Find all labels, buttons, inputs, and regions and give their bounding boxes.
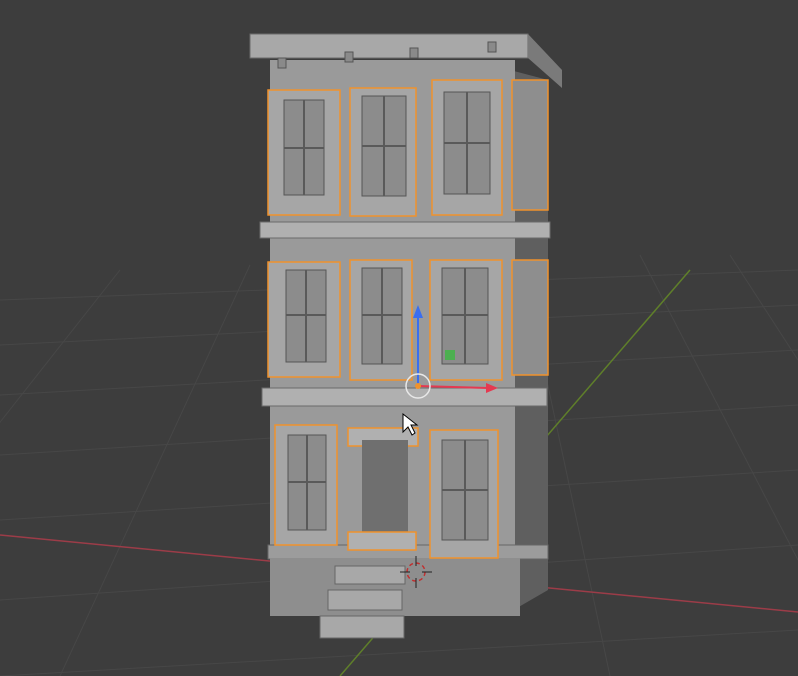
floor-ledge-1 <box>261 387 548 407</box>
third-floor-windows[interactable] <box>267 79 503 217</box>
townhouse-model[interactable] <box>249 33 562 639</box>
viewport-canvas[interactable] <box>0 0 798 676</box>
second-floor-windows[interactable] <box>267 259 503 381</box>
side-bay-second <box>511 259 549 376</box>
y-axis-handle-icon <box>445 350 455 360</box>
3d-viewport[interactable] <box>0 0 798 676</box>
object-origin-icon <box>415 383 421 389</box>
side-bay-third <box>511 79 549 211</box>
roof-cornice <box>249 33 529 59</box>
floor-ledge-2 <box>259 221 551 239</box>
